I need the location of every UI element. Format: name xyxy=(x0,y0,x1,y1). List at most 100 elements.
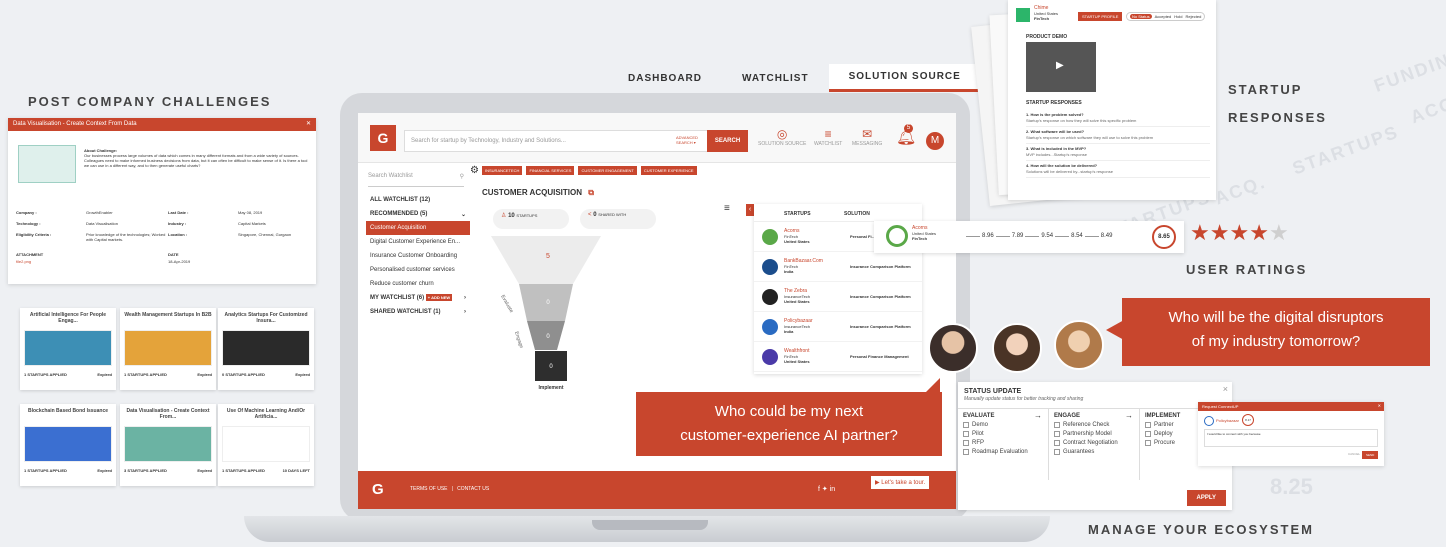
attachment-link[interactable]: file2.png xyxy=(16,259,168,264)
sidebar-item[interactable]: Insurance Customer Onboarding xyxy=(366,249,470,263)
star-icon: ★ xyxy=(1249,220,1269,245)
challenge-card[interactable]: Blockchain Based Bond Issuance 1 STARTUPS… xyxy=(20,404,116,486)
tag[interactable]: CUSTOMER ENGAGEMENT xyxy=(578,166,637,175)
chevron-down-icon: ⌄ xyxy=(460,212,466,218)
status-option[interactable]: Rejected xyxy=(1186,14,1202,19)
status-checkbox[interactable]: Partnership Model xyxy=(1054,431,1134,437)
status-option-label: Roadmap Evaluation xyxy=(972,449,1028,455)
attachment-label: ATTACHMENT xyxy=(16,252,44,257)
my-watchlist[interactable]: MY WATCHLIST (6) + ADD NEW › xyxy=(366,291,470,305)
message-field[interactable]: I would like to connect with you because xyxy=(1204,429,1378,447)
tour-button[interactable]: ▶ Let's take a tour. xyxy=(870,475,931,490)
score-badge: 8.17 xyxy=(1242,414,1254,426)
shared-watchlist[interactable]: SHARED WATCHLIST (1) › xyxy=(366,305,470,319)
company-logo xyxy=(1204,416,1214,426)
funnel-label: Engage xyxy=(513,331,524,349)
status-checkbox[interactable]: Guarantees xyxy=(1054,449,1134,455)
status-checkbox[interactable]: Roadmap Evaluation xyxy=(963,449,1043,455)
star-rating: ★★★★★ xyxy=(1190,220,1289,246)
challenge-card[interactable]: Analytics Startups For Customized Insura… xyxy=(218,308,314,390)
status-checkbox[interactable]: Contract Negotiation xyxy=(1054,440,1134,446)
challenge-card[interactable]: Use Of Machine Learning And/Or Artificia… xyxy=(218,404,314,486)
score-connector xyxy=(1084,235,1099,237)
star-icon: ★ xyxy=(1190,220,1210,245)
speech-line: of my industry tomorrow? xyxy=(1191,333,1361,350)
status-column: ENGAGE → Reference Check Partnership Model C… xyxy=(1049,409,1140,480)
date-label: DATE xyxy=(168,252,179,257)
filter-icon[interactable]: ≡ xyxy=(724,203,730,214)
cancel-button[interactable]: CANCEL xyxy=(1348,452,1360,456)
external-link-icon[interactable]: ⧉ xyxy=(588,188,594,197)
advanced-search[interactable]: ADVANCED SEARCH ▾ xyxy=(676,135,704,145)
social-icons[interactable]: f ✦ in xyxy=(818,485,835,493)
footer-links[interactable]: TERMS OF USE | CONTACT US xyxy=(410,486,489,492)
status-checkbox[interactable]: Pilot xyxy=(963,431,1043,437)
laptop-notch xyxy=(592,520,708,530)
tab-watchlist[interactable]: WATCHLIST xyxy=(722,64,829,92)
table-row[interactable]: Policybazaar InsuranceTech India Insurance … xyxy=(754,312,922,342)
company-logo xyxy=(886,225,908,247)
app-logo[interactable]: G xyxy=(370,125,396,151)
applied-count: 1 STARTUPS APPLIED xyxy=(124,372,167,377)
gear-icon[interactable]: ⚙ xyxy=(470,165,479,176)
startup-solution: Insurance Comparison Platform xyxy=(850,324,911,329)
apply-button[interactable]: APPLY xyxy=(1186,490,1226,506)
startup-profile-button[interactable]: STARTUP PROFILE xyxy=(1078,12,1123,21)
status-checkbox[interactable]: Reference Check xyxy=(1054,422,1134,428)
table-header: STARTUPS xyxy=(784,211,811,217)
meta-value: May 08, 2019 xyxy=(238,210,263,215)
sidebar-item[interactable]: Personalised customer services xyxy=(366,263,470,277)
score-connector xyxy=(1055,235,1070,237)
speech-bubble: Who will be the digital disruptors of my… xyxy=(1122,298,1430,366)
collapse-handle[interactable]: ‹ xyxy=(746,204,754,216)
nav-watchlist[interactable]: ≡ WATCHLIST xyxy=(814,127,842,147)
send-button[interactable]: SEND xyxy=(1362,451,1379,459)
close-icon[interactable]: × xyxy=(1223,384,1228,394)
sidebar-item[interactable]: Reduce customer churn xyxy=(366,277,470,291)
notification-badge: 5 xyxy=(904,124,913,133)
status-option[interactable]: Hold xyxy=(1174,14,1182,19)
status-subtitle: Manually update status for better tracki… xyxy=(964,396,1084,402)
table-row[interactable]: The Zebra InsuranceTech United States Insur… xyxy=(754,282,922,312)
status-option[interactable]: Accepted xyxy=(1155,14,1172,19)
table-row[interactable]: BankBazaar.Com FinTech India Insurance Comp… xyxy=(754,252,922,282)
tab-dashboard[interactable]: DASHBOARD xyxy=(608,64,722,92)
table-row[interactable]: Wealthfront FinTech United States Personal … xyxy=(754,342,922,372)
nav-label: WATCHLIST xyxy=(814,141,843,147)
play-icon[interactable]: ▶ xyxy=(1056,60,1064,71)
tab-solution-source[interactable]: SOLUTION SOURCE xyxy=(828,64,981,92)
all-watchlist[interactable]: ALL WATCHLIST (12) xyxy=(366,193,470,207)
tag[interactable]: FINANCIAL SERVICES xyxy=(526,166,575,175)
challenge-card[interactable]: Wealth Management Startups In B2B 1 START… xyxy=(120,308,216,390)
startup-logo xyxy=(762,318,778,335)
status-option[interactable]: No Status xyxy=(1130,14,1152,19)
add-new-button[interactable]: + ADD NEW xyxy=(425,294,453,301)
sidebar-item-customer-acquisition[interactable]: Customer Acquisition xyxy=(366,221,470,235)
nav-messaging[interactable]: ✉ MESSAGING xyxy=(852,127,882,147)
status-option-label: Procure xyxy=(1154,440,1176,446)
answer: Startup's response on which software the… xyxy=(1026,135,1154,140)
speech-tail xyxy=(1106,320,1124,340)
search-button[interactable]: SEARCH xyxy=(707,130,748,152)
my-watchlist-label: MY WATCHLIST (6) xyxy=(370,295,425,301)
tag[interactable]: CUSTOMER EXPERIENCE xyxy=(640,166,697,175)
close-icon[interactable]: ✕ xyxy=(1378,403,1381,408)
demo-video[interactable]: ▶ xyxy=(1026,42,1096,92)
status-checkbox[interactable]: RFP xyxy=(963,440,1043,446)
status-checkbox[interactable]: Demo xyxy=(963,422,1043,428)
recommended[interactable]: RECOMMENDED (5) ⌄ xyxy=(366,207,470,221)
nav-solution-source[interactable]: ◎ SOLUTION SOURCE xyxy=(758,127,806,147)
startups-count: 10 xyxy=(508,213,515,219)
sidebar-item[interactable]: Digital Customer Experience En... xyxy=(366,235,470,249)
user-avatar[interactable]: M xyxy=(926,132,944,150)
challenge-card[interactable]: Data Visualisation - Create Context From… xyxy=(120,404,216,486)
qa-item: 3. What is included in the MVP? MVP inclu… xyxy=(1026,144,1210,161)
tag[interactable]: INSURANCETECH xyxy=(482,166,523,175)
close-icon[interactable]: ✕ xyxy=(306,120,311,127)
applied-count: 0 STARTUPS APPLIED xyxy=(222,372,265,377)
startup-solution: Insurance Comparison Platform xyxy=(850,264,911,269)
challenge-card[interactable]: Artificial Intelligence For People Engag… xyxy=(20,308,116,390)
search-watchlist[interactable]: Search Watchlist ⚲ xyxy=(368,173,464,187)
challenge-card-image xyxy=(124,426,212,462)
post-challenges-label: POST COMPANY CHALLENGES xyxy=(28,94,272,109)
